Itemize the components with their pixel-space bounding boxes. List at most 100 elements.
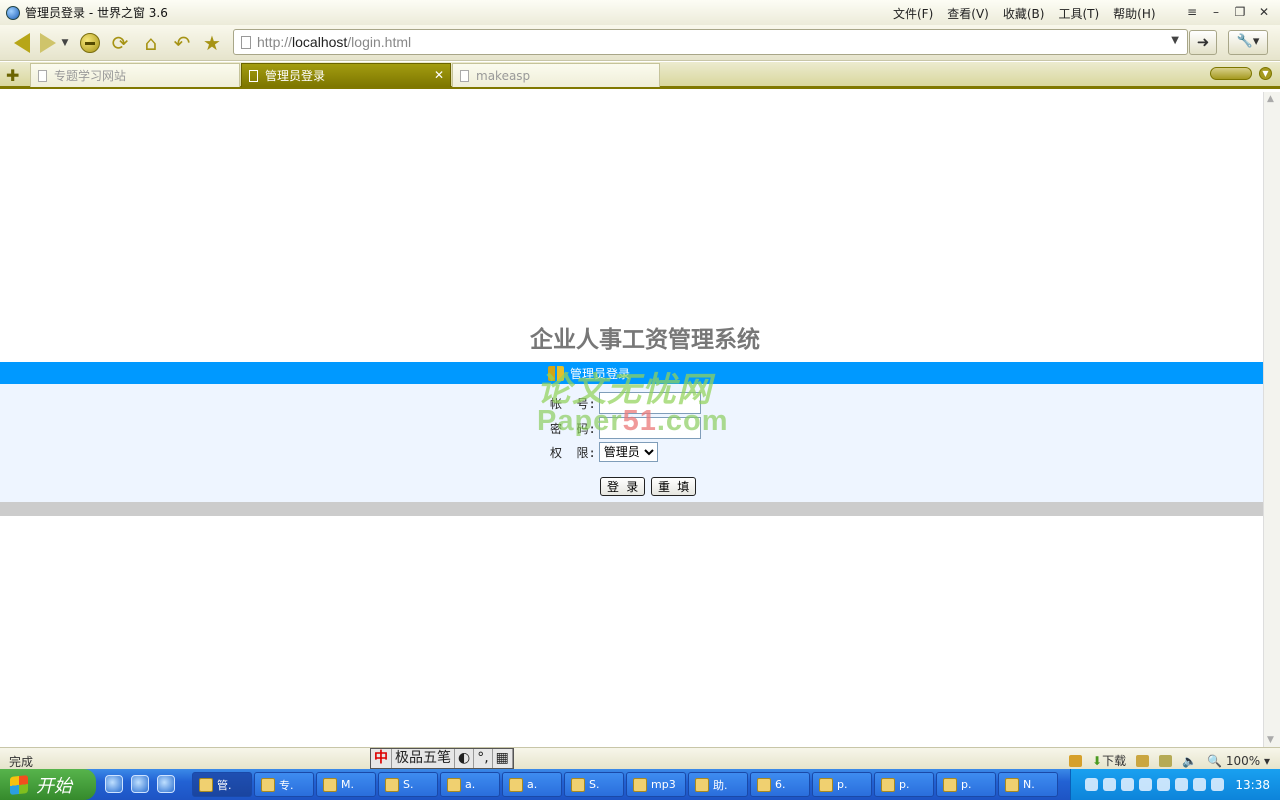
new-tab-plus-icon[interactable]: ✚	[6, 66, 19, 85]
task-button[interactable]: S.	[564, 772, 624, 797]
account-row: 帐 号:	[550, 392, 701, 414]
undo-close-icon[interactable]: ↶	[170, 31, 194, 55]
tray-expand-icon[interactable]	[1103, 778, 1117, 791]
task-button[interactable]: mp3	[626, 772, 686, 797]
ime-toolbar[interactable]: 中 极品五笔 ◐ °, ▦	[370, 748, 514, 769]
task-button[interactable]: S.	[378, 772, 438, 797]
clipboard-icon[interactable]	[1136, 754, 1150, 767]
history-dropdown-icon[interactable]: ▼	[58, 31, 72, 55]
address-bar[interactable]: http://localhost/login.html ▼	[233, 29, 1188, 55]
task-app-icon	[323, 777, 337, 792]
start-button[interactable]: 开始	[0, 769, 96, 800]
login-button[interactable]: 登 录	[600, 477, 646, 496]
address-dropdown-icon[interactable]: ▼	[1171, 35, 1179, 46]
role-select[interactable]: 管理员	[598, 442, 658, 462]
forward-icon[interactable]	[36, 31, 60, 55]
page-content: 企业人事工资管理系统 管理员登录 帐 号: 密 码: 权 限: 管理员 登 录 …	[0, 92, 1263, 747]
account-input[interactable]	[598, 392, 701, 414]
menu-help[interactable]: 帮助(H)	[1113, 5, 1155, 22]
login-form: 帐 号: 密 码: 权 限: 管理员 登 录 重 填	[0, 384, 1263, 502]
windows-taskbar: 开始 管. 专. M. S. a. a. S. mp3 助. 6. p. p. …	[0, 769, 1280, 800]
task-button[interactable]: 6.	[750, 772, 810, 797]
download-button[interactable]: ⬇下载	[1092, 752, 1126, 769]
task-button[interactable]: M.	[316, 772, 376, 797]
task-button[interactable]: a.	[440, 772, 500, 797]
menu-favorites[interactable]: 收藏(B)	[1003, 5, 1045, 22]
quicklaunch-ie-icon[interactable]	[131, 775, 149, 793]
ime-punctuation-icon[interactable]: °,	[474, 749, 493, 768]
tab-close-icon[interactable]: ✕	[434, 68, 444, 82]
scroll-up-icon[interactable]: ▲	[1267, 94, 1274, 104]
tray-app-icon[interactable]	[1157, 778, 1171, 791]
restore-icon[interactable]: ❐	[1232, 4, 1248, 20]
panel-title: 管理员登录	[548, 365, 630, 382]
tab-makeasp[interactable]: makeasp	[452, 63, 660, 87]
task-word-icon	[943, 777, 957, 792]
tab-label: makeasp	[476, 68, 531, 83]
task-button[interactable]: 助.	[688, 772, 748, 797]
close-icon[interactable]: ✕	[1256, 4, 1272, 20]
task-button[interactable]: 专.	[254, 772, 314, 797]
status-right-group: ⬇下载 🔈 🔍 100% ▾	[1069, 752, 1270, 769]
home-icon[interactable]: ⌂	[139, 31, 163, 55]
tab-topic-site[interactable]: 专题学习网站	[30, 63, 240, 87]
zoom-control[interactable]: 🔍 100% ▾	[1207, 754, 1270, 768]
task-folder-icon	[633, 777, 647, 792]
task-button[interactable]: 管.	[192, 772, 252, 797]
quicklaunch-browser-icon[interactable]	[105, 775, 123, 793]
tray-clock[interactable]: 13:38	[1235, 778, 1270, 792]
back-icon[interactable]	[10, 31, 34, 55]
menu-bar: 文件(F) 查看(V) 收藏(B) 工具(T) 帮助(H)	[893, 5, 1156, 22]
task-folder-icon	[695, 777, 709, 792]
page-icon	[241, 35, 251, 49]
menu-tools[interactable]: 工具(T)	[1058, 5, 1099, 22]
task-folder-icon	[509, 777, 523, 792]
task-folder-icon	[447, 777, 461, 792]
tray-qq-icon[interactable]	[1175, 778, 1189, 791]
ime-halfwidth-moon-icon[interactable]: ◐	[455, 749, 475, 768]
minimize-icon[interactable]: –	[1208, 4, 1224, 20]
tray-network-icon[interactable]	[1121, 778, 1135, 791]
page-icon	[460, 69, 469, 82]
menu-file[interactable]: 文件(F)	[893, 5, 933, 22]
tab-scroll-icon[interactable]	[1210, 67, 1252, 80]
account-label: 帐 号:	[550, 396, 596, 411]
task-button[interactable]: N.	[998, 772, 1058, 797]
favorites-star-icon[interactable]: ★	[200, 31, 224, 55]
quicklaunch-app-icon[interactable]	[157, 775, 175, 793]
menu-view[interactable]: 查看(V)	[947, 5, 989, 22]
ime-name[interactable]: 极品五笔	[392, 749, 455, 768]
tab-bar: ✚ 专题学习网站 管理员登录 ✕ makeasp ▼	[0, 62, 1280, 89]
go-arrow-icon[interactable]: ➜	[1189, 30, 1217, 55]
task-button[interactable]: p.	[936, 772, 996, 797]
notes-icon[interactable]	[1069, 754, 1083, 767]
task-button[interactable]: p.	[874, 772, 934, 797]
system-tray: 13:38	[1070, 769, 1280, 800]
stop-icon[interactable]	[78, 31, 102, 55]
password-input[interactable]	[598, 417, 701, 439]
refresh-icon[interactable]: ⟳	[108, 31, 132, 55]
vertical-scrollbar[interactable]: ▲ ▼	[1263, 92, 1280, 747]
address-input[interactable]: http://localhost/login.html	[257, 34, 411, 50]
ime-mode-indicator[interactable]: 中	[371, 749, 392, 768]
printer-icon[interactable]	[1159, 754, 1173, 767]
task-button[interactable]: p.	[812, 772, 872, 797]
tray-volume-icon[interactable]	[1211, 778, 1225, 791]
tools-wrench-icon[interactable]: 🔧▾	[1228, 30, 1268, 55]
tray-keyboard-icon[interactable]	[1085, 778, 1099, 791]
tray-app-icon[interactable]	[1139, 778, 1153, 791]
sound-icon[interactable]: 🔈	[1182, 754, 1197, 768]
tray-app-icon[interactable]	[1193, 778, 1207, 791]
role-label: 权 限:	[550, 445, 596, 460]
ime-keyboard-icon[interactable]: ▦	[493, 749, 513, 768]
tab-label: 专题学习网站	[54, 69, 127, 83]
task-button[interactable]: a.	[502, 772, 562, 797]
scroll-down-icon[interactable]: ▼	[1267, 735, 1274, 745]
tab-admin-login[interactable]: 管理员登录 ✕	[241, 63, 451, 87]
password-row: 密 码:	[550, 417, 701, 439]
reset-button[interactable]: 重 填	[651, 477, 697, 496]
menu-toggle-icon[interactable]: ≡	[1184, 4, 1200, 20]
download-arrow-icon: ⬇	[1092, 754, 1103, 768]
tab-list-dropdown-icon[interactable]: ▼	[1259, 67, 1272, 80]
quick-launch	[105, 775, 175, 793]
